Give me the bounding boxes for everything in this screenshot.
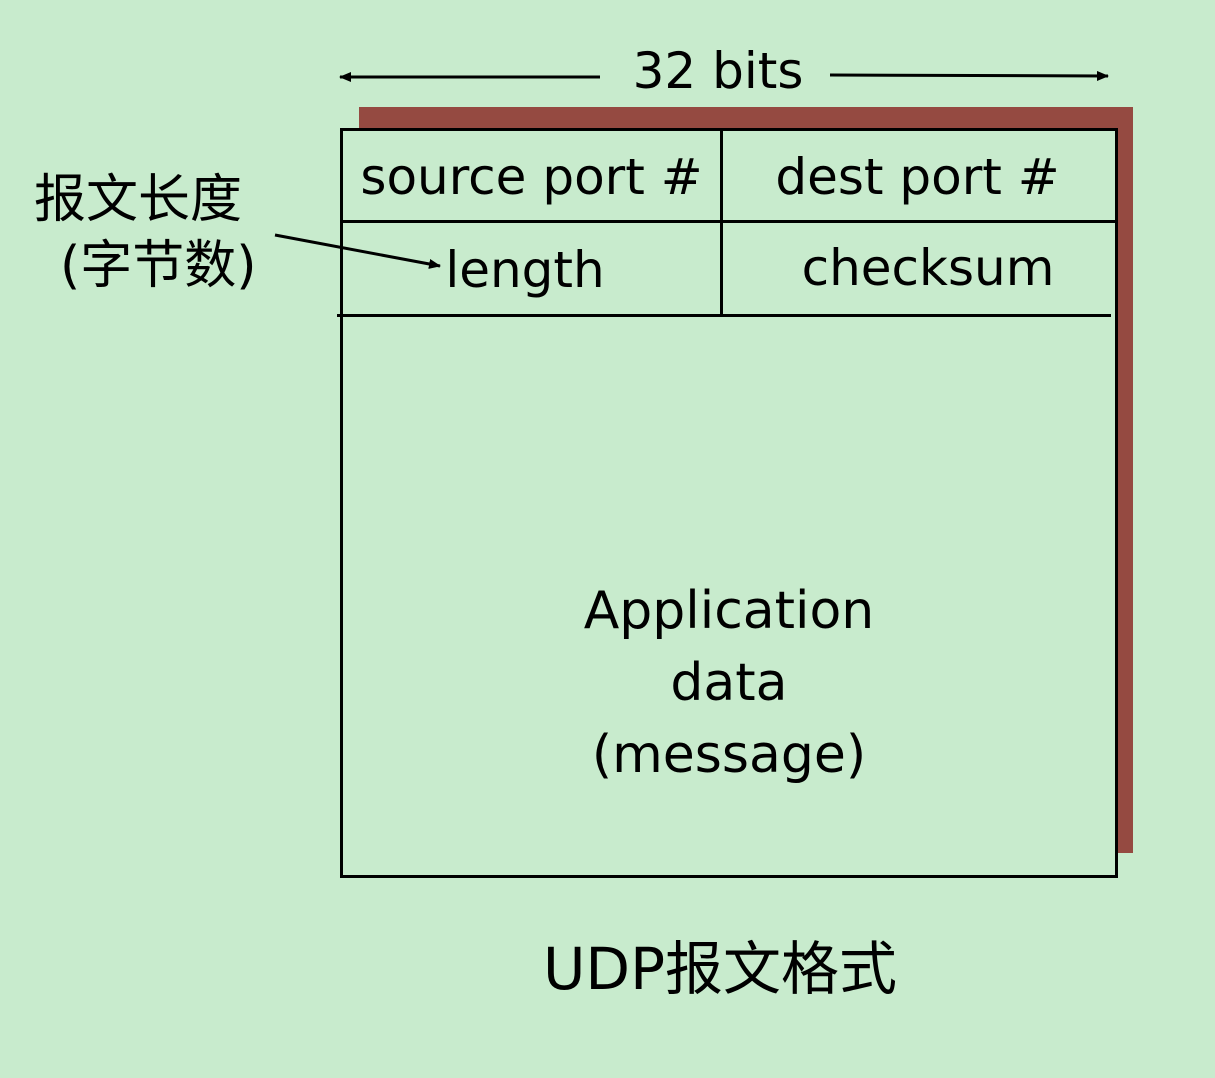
- width-arrow-right: [829, 70, 1109, 81]
- arrows-layer: [274, 70, 1109, 269]
- length-pointer-arrow: [274, 233, 441, 269]
